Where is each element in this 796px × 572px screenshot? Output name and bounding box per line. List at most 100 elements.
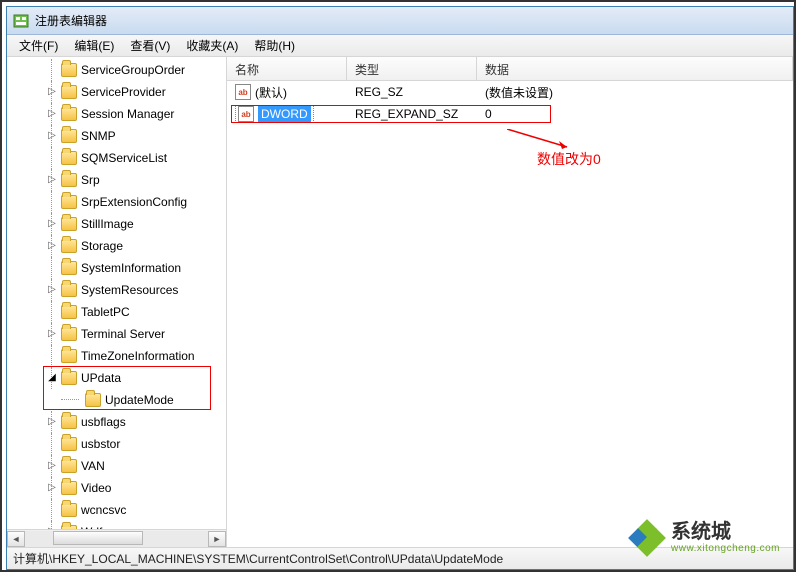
- col-header-type[interactable]: 类型: [347, 57, 477, 80]
- tree-item-label: TimeZoneInformation: [81, 349, 195, 363]
- expand-caret-icon[interactable]: ◢: [47, 373, 57, 383]
- expand-caret-icon[interactable]: ▷: [47, 175, 57, 185]
- value-type: REG_EXPAND_SZ: [347, 107, 477, 121]
- folder-icon: [61, 151, 77, 165]
- tree-item-label: Wdf: [81, 525, 102, 529]
- window-title: 注册表编辑器: [35, 12, 107, 29]
- expand-caret-icon[interactable]: ▷: [47, 483, 57, 493]
- expand-caret-icon[interactable]: ▷: [47, 109, 57, 119]
- tree-item-van[interactable]: ▷ VAN: [7, 455, 226, 477]
- expand-caret-icon[interactable]: ▷: [47, 87, 57, 97]
- folder-icon: [61, 305, 77, 319]
- tree-item-stillimage[interactable]: ▷StillImage: [7, 213, 226, 235]
- list-row[interactable]: ab(默认)REG_SZ(数值未设置): [227, 81, 793, 103]
- tree-item-label: Terminal Server: [81, 327, 165, 341]
- annotation-text: 数值改为0: [537, 149, 601, 169]
- expand-caret-icon[interactable]: ▷: [47, 461, 57, 471]
- tree-item-usbflags[interactable]: ▷ usbflags: [7, 411, 226, 433]
- tree-item-label: UPdata: [81, 371, 121, 385]
- menubar: 文件(F) 编辑(E) 查看(V) 收藏夹(A) 帮助(H): [7, 35, 793, 57]
- titlebar[interactable]: 注册表编辑器: [7, 7, 793, 35]
- tree-item-servicegrouporder[interactable]: ServiceGroupOrder: [7, 59, 226, 81]
- folder-icon: [61, 129, 77, 143]
- value-name: (默认): [255, 84, 287, 101]
- tree-item-label: TabletPC: [81, 305, 130, 319]
- menu-favorites[interactable]: 收藏夹(A): [178, 35, 246, 56]
- tree-item-label: usbflags: [81, 415, 126, 429]
- tree-item-label: SystemInformation: [81, 261, 181, 275]
- tree-item-label: ServiceGroupOrder: [81, 63, 185, 77]
- tree-view[interactable]: ServiceGroupOrder ▷ServiceProvider▷Sessio…: [7, 57, 226, 529]
- tree-item-srpextensionconfig[interactable]: SrpExtensionConfig: [7, 191, 226, 213]
- tree-item-label: SrpExtensionConfig: [81, 195, 187, 209]
- scroll-left-button[interactable]: ◄: [7, 531, 25, 547]
- folder-icon: [61, 525, 77, 529]
- tree-item-serviceprovider[interactable]: ▷ServiceProvider: [7, 81, 226, 103]
- tree-item-snmp[interactable]: ▷SNMP: [7, 125, 226, 147]
- tree-item-label: wcncsvc: [81, 503, 126, 517]
- tree-item-sqmservicelist[interactable]: SQMServiceList: [7, 147, 226, 169]
- expand-caret-icon[interactable]: ▷: [47, 219, 57, 229]
- list-row[interactable]: abDWORDREG_EXPAND_SZ0: [227, 103, 793, 125]
- expand-caret-icon[interactable]: ▷: [47, 285, 57, 295]
- tree-item-wcncsvc[interactable]: wcncsvc: [7, 499, 226, 521]
- folder-icon: [61, 85, 77, 99]
- folder-icon: [61, 195, 77, 209]
- expand-caret-icon[interactable]: ▷: [47, 241, 57, 251]
- expand-caret-icon[interactable]: ▷: [47, 417, 57, 427]
- folder-icon: [61, 261, 77, 275]
- list-body[interactable]: ab(默认)REG_SZ(数值未设置)abDWORDREG_EXPAND_SZ0…: [227, 81, 793, 547]
- tree-item-label: Video: [81, 481, 111, 495]
- regedit-window: 注册表编辑器 文件(F) 编辑(E) 查看(V) 收藏夹(A) 帮助(H) Se…: [6, 6, 794, 570]
- folder-icon: [61, 415, 77, 429]
- expand-caret-icon[interactable]: ▷: [47, 329, 57, 339]
- folder-icon: [61, 63, 77, 77]
- content-area: ServiceGroupOrder ▷ServiceProvider▷Sessio…: [7, 57, 793, 547]
- tree-item-label: SQMServiceList: [81, 151, 167, 165]
- folder-icon: [61, 217, 77, 231]
- tree-item-label: usbstor: [81, 437, 120, 451]
- screenshot-frame: 注册表编辑器 文件(F) 编辑(E) 查看(V) 收藏夹(A) 帮助(H) Se…: [0, 0, 796, 572]
- tree-item-label: Srp: [81, 173, 100, 187]
- folder-icon: [61, 173, 77, 187]
- tree-item-wdf[interactable]: ▷ Wdf: [7, 521, 226, 529]
- folder-icon: [61, 503, 77, 517]
- value-type: REG_SZ: [347, 85, 477, 99]
- folder-icon: [61, 481, 77, 495]
- tree-item-systemresources[interactable]: ▷SystemResources: [7, 279, 226, 301]
- tree-item-tabletpc[interactable]: TabletPC: [7, 301, 226, 323]
- tree-item-session-manager[interactable]: ▷Session Manager: [7, 103, 226, 125]
- tree-item-updata[interactable]: ◢ UPdata: [7, 367, 226, 389]
- folder-icon: [61, 327, 77, 341]
- col-header-name[interactable]: 名称: [227, 57, 347, 80]
- folder-icon: [61, 437, 77, 451]
- scroll-thumb[interactable]: [53, 531, 143, 545]
- menu-edit[interactable]: 编辑(E): [66, 35, 122, 56]
- col-header-data[interactable]: 数据: [477, 57, 793, 80]
- tree-item-timezoneinformation[interactable]: TimeZoneInformation: [7, 345, 226, 367]
- tree-item-label: UpdateMode: [105, 393, 174, 407]
- tree-item-usbstor[interactable]: usbstor: [7, 433, 226, 455]
- menu-file[interactable]: 文件(F): [11, 35, 66, 56]
- expand-caret-icon[interactable]: ▷: [47, 131, 57, 141]
- statusbar: 计算机\HKEY_LOCAL_MACHINE\SYSTEM\CurrentCon…: [7, 547, 793, 569]
- tree-item-systeminformation[interactable]: SystemInformation: [7, 257, 226, 279]
- menu-help[interactable]: 帮助(H): [246, 35, 303, 56]
- tree-item-label: VAN: [81, 459, 105, 473]
- tree-pane: ServiceGroupOrder ▷ServiceProvider▷Sessio…: [7, 57, 227, 547]
- list-header: 名称 类型 数据: [227, 57, 793, 81]
- tree-item-terminal-server[interactable]: ▷ Terminal Server: [7, 323, 226, 345]
- scroll-track[interactable]: [25, 531, 208, 547]
- regedit-icon: [13, 13, 29, 29]
- value-name: DWORD: [258, 106, 311, 122]
- menu-view[interactable]: 查看(V): [122, 35, 178, 56]
- folder-icon: [61, 459, 77, 473]
- expand-caret-icon[interactable]: ▷: [47, 527, 57, 529]
- tree-item-updatemode[interactable]: UpdateMode: [7, 389, 226, 411]
- folder-icon: [61, 283, 77, 297]
- tree-item-srp[interactable]: ▷ Srp: [7, 169, 226, 191]
- tree-item-video[interactable]: ▷ Video: [7, 477, 226, 499]
- tree-item-storage[interactable]: ▷Storage: [7, 235, 226, 257]
- tree-hscrollbar[interactable]: ◄ ►: [7, 529, 226, 547]
- scroll-right-button[interactable]: ►: [208, 531, 226, 547]
